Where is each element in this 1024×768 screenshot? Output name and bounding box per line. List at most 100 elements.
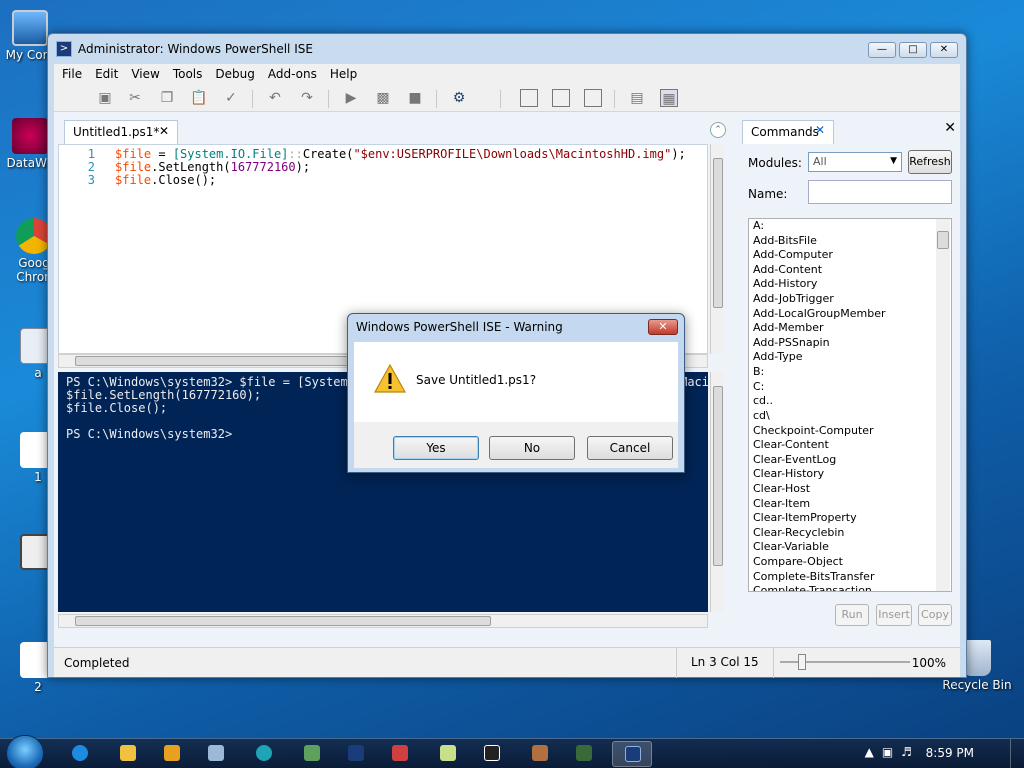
terminal-icon	[576, 745, 592, 761]
clear-icon[interactable]: ✓	[222, 89, 240, 107]
stop-icon[interactable]: ■	[406, 89, 424, 107]
minimize-button[interactable]: —	[868, 42, 896, 58]
modules-dropdown[interactable]: All ▼	[808, 152, 902, 172]
taskbar-app3[interactable]	[520, 741, 560, 767]
undo-icon[interactable]: ↶	[266, 89, 284, 107]
show-desktop-button[interactable]	[1010, 739, 1024, 768]
command-list-item[interactable]: Add-Member	[749, 321, 951, 336]
command-list-item[interactable]: Add-Type	[749, 350, 951, 365]
layout-max-icon[interactable]	[584, 89, 602, 107]
refresh-button[interactable]: Refresh	[908, 150, 952, 174]
layout-right-icon[interactable]	[552, 89, 570, 107]
taskbar-powershell-ise[interactable]	[612, 741, 652, 767]
cancel-button[interactable]: Cancel	[587, 436, 673, 460]
taskbar-ie[interactable]	[60, 741, 100, 767]
layout-top-icon[interactable]	[520, 89, 538, 107]
command-list-item[interactable]: Add-PSSnapin	[749, 336, 951, 351]
scroll-thumb[interactable]	[713, 386, 723, 566]
system-tray[interactable]: ▲▣♬	[865, 745, 920, 759]
taskbar-notepad[interactable]	[428, 741, 468, 767]
close-button[interactable]: ✕	[930, 42, 958, 58]
command-list-item[interactable]: Clear-Item	[749, 497, 951, 512]
command-list-item[interactable]: Clear-History	[749, 467, 951, 482]
recycle-bin-icon	[963, 640, 991, 676]
command-list-item[interactable]: Complete-BitsTransfer	[749, 570, 951, 585]
command-list-item[interactable]: cd\	[749, 409, 951, 424]
collapse-script-pane-icon[interactable]: ⌃	[710, 122, 726, 138]
save-icon[interactable]: ▣	[96, 89, 114, 107]
taskbar-media-player[interactable]	[152, 741, 192, 767]
taskbar-edge[interactable]	[244, 741, 284, 767]
zoom-slider[interactable]	[780, 654, 910, 670]
command-list-item[interactable]: A:	[749, 219, 951, 234]
copy-icon[interactable]: ❐	[158, 89, 176, 107]
command-list-item[interactable]: Clear-ItemProperty	[749, 511, 951, 526]
clock[interactable]: 8:59 PM	[926, 746, 974, 760]
tab-commands[interactable]: Commands ✕	[742, 120, 834, 144]
maximize-button[interactable]: □	[899, 42, 927, 58]
run-button[interactable]: Run	[835, 604, 869, 626]
taskbar-7zip[interactable]	[472, 741, 512, 767]
menu-addons[interactable]: Add-ons	[268, 67, 317, 81]
close-commands-pane-icon[interactable]: ✕	[944, 120, 956, 136]
command-list[interactable]: A: Add-BitsFile Add-Computer Add-Content Add…	[748, 218, 952, 592]
command-list-item[interactable]: Clear-Host	[749, 482, 951, 497]
menu-view[interactable]: View	[131, 67, 159, 81]
command-list-item[interactable]: C:	[749, 380, 951, 395]
command-list-item[interactable]: Add-LocalGroupMember	[749, 307, 951, 322]
command-list-item[interactable]: cd..	[749, 394, 951, 409]
command-list-item[interactable]: Add-History	[749, 277, 951, 292]
no-button[interactable]: No	[489, 436, 575, 460]
show-script-pane-icon[interactable]: ▤	[628, 89, 646, 107]
zoom-slider-thumb[interactable]	[798, 654, 806, 670]
editor-vertical-scrollbar[interactable]	[710, 144, 724, 354]
command-list-item[interactable]: Clear-EventLog	[749, 453, 951, 468]
command-list-item[interactable]: Clear-Content	[749, 438, 951, 453]
show-commands-icon[interactable]: ▦	[660, 89, 678, 107]
command-list-item[interactable]: Add-Computer	[749, 248, 951, 263]
dialog-close-button[interactable]: ✕	[648, 319, 678, 335]
command-list-item[interactable]: B:	[749, 365, 951, 380]
taskbar-powershell[interactable]	[336, 741, 376, 767]
run-script-icon[interactable]: ▶	[342, 89, 360, 107]
code-token: );	[671, 147, 686, 161]
close-tab-icon[interactable]: ✕	[815, 123, 825, 137]
scroll-thumb[interactable]	[713, 158, 723, 308]
command-list-item[interactable]: Add-Content	[749, 263, 951, 278]
taskbar-terminal[interactable]	[564, 741, 604, 767]
console-vertical-scrollbar[interactable]	[710, 372, 724, 612]
taskbar-app2[interactable]	[380, 741, 420, 767]
taskbar-explorer[interactable]	[108, 741, 148, 767]
run-selection-icon[interactable]: ▩	[374, 89, 392, 107]
close-tab-icon[interactable]: ✕	[159, 124, 169, 138]
name-input[interactable]	[808, 180, 952, 204]
command-list-scrollbar[interactable]	[936, 219, 950, 591]
command-list-item[interactable]: Add-JobTrigger	[749, 292, 951, 307]
command-list-item[interactable]: Clear-Recyclebin	[749, 526, 951, 541]
remote-powershell-icon[interactable]: ⚙	[450, 89, 468, 107]
tab-untitled1[interactable]: Untitled1.ps1* ✕	[64, 120, 178, 144]
copy-button[interactable]: Copy	[918, 604, 952, 626]
cut-icon[interactable]: ✂	[126, 89, 144, 107]
menu-help[interactable]: Help	[330, 67, 357, 81]
command-list-item[interactable]: Compare-Object	[749, 555, 951, 570]
menu-debug[interactable]: Debug	[215, 67, 254, 81]
console-horizontal-scrollbar[interactable]	[58, 614, 708, 628]
paste-icon[interactable]: 📋	[190, 89, 208, 107]
redo-icon[interactable]: ↷	[298, 89, 316, 107]
scroll-thumb[interactable]	[75, 616, 491, 626]
yes-button[interactable]: Yes	[393, 436, 479, 460]
command-list-item[interactable]: Complete-Transaction	[749, 584, 951, 591]
menu-tools[interactable]: Tools	[173, 67, 203, 81]
menu-edit[interactable]: Edit	[95, 67, 118, 81]
scroll-thumb[interactable]	[937, 231, 949, 249]
insert-button[interactable]: Insert	[876, 604, 912, 626]
title-bar[interactable]: > Administrator: Windows PowerShell ISE	[48, 34, 966, 64]
command-list-item[interactable]: Clear-Variable	[749, 540, 951, 555]
menu-file[interactable]: File	[62, 67, 82, 81]
start-button[interactable]	[6, 735, 44, 768]
command-list-item[interactable]: Add-BitsFile	[749, 234, 951, 249]
taskbar-network[interactable]	[292, 741, 332, 767]
command-list-item[interactable]: Checkpoint-Computer	[749, 424, 951, 439]
taskbar-app[interactable]	[196, 741, 236, 767]
